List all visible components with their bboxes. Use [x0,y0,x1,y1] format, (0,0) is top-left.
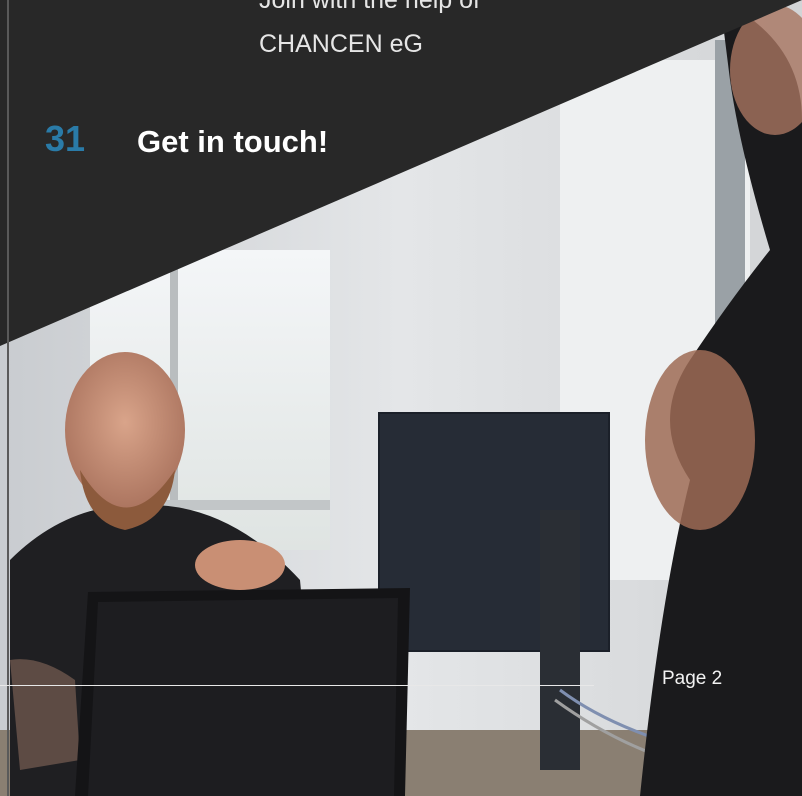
toc-entry-title[interactable]: Get in touch! [137,124,328,160]
section-subtitle: Join with the help of CHANCEN eG [259,0,659,66]
footer-divider [0,685,594,686]
left-margin-rule [7,0,9,796]
subtitle-line-2: CHANCEN eG [259,30,423,58]
toc-entry-number: 31 [45,118,86,159]
page-number: Page 2 [662,668,723,689]
subtitle-line-1: Join with the help of [259,0,480,14]
